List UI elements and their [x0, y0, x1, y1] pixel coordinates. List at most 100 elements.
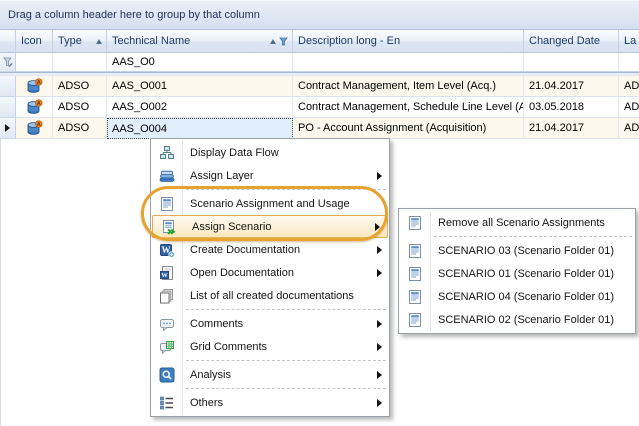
column-header-technical-name[interactable]: Technical Name	[107, 30, 293, 53]
submenu-item-scenario-04[interactable]: SCENARIO 04 (Scenario Folder 01)	[399, 285, 635, 308]
cell-description[interactable]: Contract Management, Item Level (Acq.)	[293, 76, 524, 97]
cell-changed-date[interactable]: 21.04.2017	[524, 76, 619, 97]
scenario-document-icon	[399, 312, 430, 328]
cell-text: AD	[624, 101, 639, 113]
filter-cell-last[interactable]	[619, 53, 639, 72]
document-copies-icon	[151, 288, 182, 304]
cell-text: AAS_O002	[112, 101, 167, 113]
row-icon-cell: A	[16, 97, 53, 118]
menu-separator	[186, 388, 386, 389]
table-row[interactable]: A ADSO AAS_O001 Contract Management, Ite…	[0, 76, 639, 97]
menu-item-open-documentation[interactable]: W Open Documentation	[151, 261, 389, 284]
cell-last[interactable]: AD	[619, 76, 639, 97]
cell-text: AAS_O001	[112, 80, 167, 92]
table-row[interactable]: A ADSO AAS_O002 Contract Management, Sch…	[0, 97, 639, 118]
submenu-item-remove-all-scenario-assignments[interactable]: Remove all Scenario Assignments	[399, 211, 635, 234]
column-header-label: Changed Date	[529, 35, 600, 47]
scenario-document-icon	[399, 289, 430, 305]
menu-item-assign-scenario[interactable]: Assign Scenario	[152, 215, 388, 238]
menu-item-create-documentation[interactable]: W Create Documentation	[151, 238, 389, 261]
cell-text: Contract Management, Item Level (Acq.)	[298, 80, 496, 92]
cell-changed-date[interactable]: 21.04.2017	[524, 118, 619, 139]
cell-technical-name[interactable]: AAS_O001	[107, 76, 293, 97]
cell-technical-name-focused[interactable]: AAS_O004	[107, 118, 293, 139]
filter-cell-technical-name[interactable]: AAS_O0	[107, 53, 293, 72]
sort-ascending-icon	[96, 39, 102, 44]
cell-text: AD	[624, 122, 639, 134]
menu-item-label: SCENARIO 03 (Scenario Folder 01)	[438, 245, 614, 257]
menu-item-label: Analysis	[190, 369, 231, 381]
column-header-label: Description long - En	[298, 35, 400, 47]
menu-item-label: Scenario Assignment and Usage	[190, 198, 350, 210]
adso-cylinder-icon: A	[26, 99, 43, 115]
menu-item-display-data-flow[interactable]: Display Data Flow	[151, 141, 389, 164]
cell-text: Contract Management, Schedule Line Level…	[298, 101, 524, 113]
menu-item-label: SCENARIO 04 (Scenario Folder 01)	[438, 291, 614, 303]
menu-item-label: Remove all Scenario Assignments	[438, 217, 605, 229]
svg-text:A: A	[36, 101, 40, 107]
cell-type[interactable]: ADSO	[53, 118, 107, 139]
svg-text:W: W	[161, 272, 168, 279]
filter-funnel-icon[interactable]	[279, 37, 288, 46]
cell-text: AAS_O004	[112, 123, 167, 135]
menu-separator	[186, 360, 386, 361]
group-by-panel[interactable]: Drag a column header here to group by th…	[0, 0, 639, 30]
header-indicator-cell	[0, 30, 16, 53]
cell-last[interactable]: AD	[619, 118, 639, 139]
adso-cylinder-icon: A	[26, 78, 43, 94]
filter-cell-type[interactable]	[53, 53, 107, 72]
assign-scenario-submenu: Remove all Scenario Assignments SCENARIO…	[398, 208, 636, 334]
menu-item-scenario-assignment-and-usage[interactable]: Scenario Assignment and Usage	[151, 192, 389, 215]
menu-item-comments[interactable]: Comments	[151, 312, 389, 335]
scenario-document-icon	[399, 243, 430, 259]
column-header-last[interactable]: La	[619, 30, 639, 53]
column-header-description[interactable]: Description long - En	[293, 30, 524, 53]
column-header-label: Icon	[21, 35, 42, 47]
filter-cell-description[interactable]	[293, 53, 524, 72]
submenu-arrow-icon	[377, 371, 382, 379]
cell-text: 21.04.2017	[529, 122, 584, 134]
cell-technical-name[interactable]: AAS_O002	[107, 97, 293, 118]
cell-description[interactable]: Contract Management, Schedule Line Level…	[293, 97, 524, 118]
sort-ascending-icon	[270, 39, 276, 44]
submenu-item-scenario-03[interactable]: SCENARIO 03 (Scenario Folder 01)	[399, 239, 635, 262]
cell-type[interactable]: ADSO	[53, 76, 107, 97]
filter-cell-icon[interactable]	[16, 53, 53, 72]
filter-value: AAS_O0	[112, 56, 155, 68]
column-header-icon[interactable]: Icon	[16, 30, 53, 53]
submenu-arrow-icon	[377, 399, 382, 407]
submenu-item-scenario-02[interactable]: SCENARIO 02 (Scenario Folder 01)	[399, 308, 635, 331]
menu-separator	[434, 236, 632, 237]
submenu-arrow-icon	[377, 246, 382, 254]
menu-item-others[interactable]: Others	[151, 391, 389, 414]
submenu-item-scenario-01[interactable]: SCENARIO 01 (Scenario Folder 01)	[399, 262, 635, 285]
analysis-icon	[151, 367, 182, 383]
assign-scenario-icon	[153, 219, 184, 235]
auto-filter-icon	[3, 57, 13, 68]
menu-item-grid-comments[interactable]: Grid Comments	[151, 335, 389, 358]
column-header-changed-date[interactable]: Changed Date	[524, 30, 619, 53]
focused-row-arrow-icon	[5, 124, 10, 132]
grid-comment-icon	[151, 339, 182, 355]
menu-item-label: List of all created documentations	[190, 290, 354, 302]
submenu-arrow-icon	[377, 269, 382, 277]
filter-cell-changed-date[interactable]	[524, 53, 619, 72]
table-row-focused[interactable]: A ADSO AAS_O004 PO - Account Assignment …	[0, 118, 639, 139]
menu-item-list-of-all-created-documentations[interactable]: List of all created documentations	[151, 284, 389, 307]
cell-type[interactable]: ADSO	[53, 97, 107, 118]
cell-text: PO - Account Assignment (Acquisition)	[298, 122, 486, 134]
word-open-icon: W	[151, 265, 182, 281]
word-create-icon: W	[151, 242, 182, 258]
menu-item-analysis[interactable]: Analysis	[151, 363, 389, 386]
row-icon-cell: A	[16, 76, 53, 97]
menu-item-label: Assign Scenario	[192, 221, 272, 233]
menu-item-label: SCENARIO 01 (Scenario Folder 01)	[438, 268, 614, 280]
column-header-type[interactable]: Type	[53, 30, 107, 53]
menu-item-assign-layer[interactable]: Assign Layer	[151, 164, 389, 187]
cell-changed-date[interactable]: 03.05.2018	[524, 97, 619, 118]
scenario-document-icon	[151, 196, 182, 212]
cell-last[interactable]: AD	[619, 97, 639, 118]
group-by-panel-text: Drag a column header here to group by th…	[8, 9, 260, 21]
submenu-arrow-icon	[377, 172, 382, 180]
cell-description[interactable]: PO - Account Assignment (Acquisition)	[293, 118, 524, 139]
